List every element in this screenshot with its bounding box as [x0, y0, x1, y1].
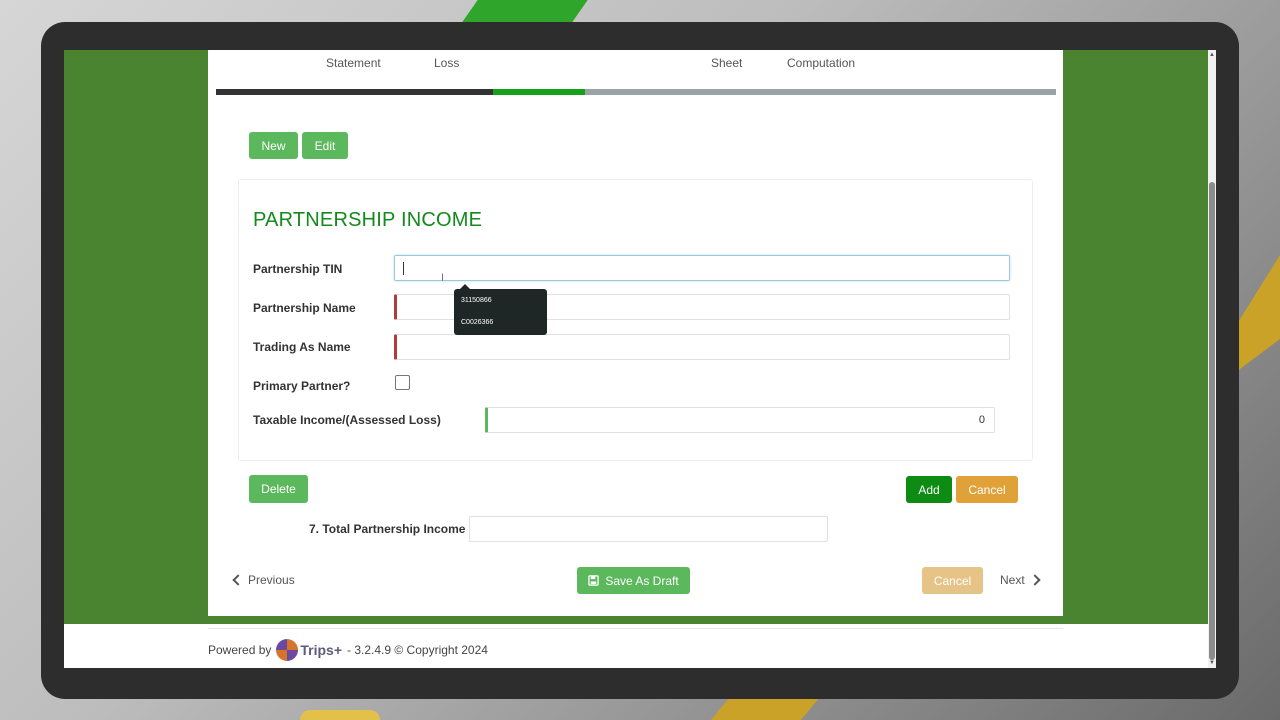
browser-viewport: Statement Loss Sheet Computation New Edi… — [64, 50, 1208, 668]
partnership-tin-input[interactable] — [394, 255, 1010, 281]
total-partnership-income-label: 7. Total Partnership Income — [309, 522, 466, 536]
wizard-progress-bar — [216, 89, 1056, 95]
new-button[interactable]: New — [249, 132, 298, 159]
next-link[interactable]: Next — [1000, 573, 1041, 587]
text-cursor-icon: I — [441, 272, 445, 284]
previous-link[interactable]: Previous — [232, 573, 295, 587]
wizard-step-sheet[interactable]: Sheet — [711, 56, 742, 70]
partnership-name-label: Partnership Name — [253, 301, 356, 315]
primary-partner-label: Primary Partner? — [253, 379, 351, 393]
text-caret — [403, 262, 404, 275]
page-footer: Powered by Trips+ - 3.2.4.9 © Copyright … — [64, 624, 1208, 668]
form-card: Statement Loss Sheet Computation New Edi… — [208, 50, 1063, 616]
progress-completed — [216, 89, 493, 95]
background-yellow-stripe — [710, 698, 820, 720]
scroll-down-arrow-icon[interactable]: ▼ — [1208, 658, 1216, 668]
cancel-wizard-button[interactable]: Cancel — [922, 567, 983, 594]
partnership-tin-label: Partnership TIN — [253, 262, 343, 276]
taxable-income-input[interactable]: 0 — [485, 407, 995, 433]
wizard-step-computation[interactable]: Computation — [787, 56, 855, 70]
save-as-draft-label: Save As Draft — [605, 573, 679, 588]
scrollbar-thumb[interactable] — [1209, 182, 1215, 660]
taxable-income-label: Taxable Income/(Assessed Loss) — [253, 413, 441, 427]
taxable-income-value: 0 — [978, 414, 985, 426]
chevron-left-icon — [232, 574, 244, 586]
primary-partner-checkbox[interactable] — [395, 375, 410, 390]
add-button[interactable]: Add — [906, 476, 952, 503]
footer-divider — [208, 628, 1063, 629]
total-partnership-income-field — [469, 516, 828, 542]
autocomplete-option[interactable]: 31150866 — [461, 297, 492, 304]
section-title: PARTNERSHIP INCOME — [253, 209, 483, 231]
trips-logo-icon — [276, 639, 299, 661]
scroll-up-arrow-icon[interactable]: ▲ — [1208, 50, 1216, 60]
floppy-disk-icon — [588, 575, 600, 586]
background-yellow-arc — [300, 710, 380, 720]
autocomplete-option[interactable]: C0026366 — [461, 319, 493, 326]
powered-by-text: Powered by — [208, 643, 272, 657]
wizard-step-loss[interactable]: Loss — [434, 56, 459, 70]
trading-as-name-input[interactable] — [394, 334, 1010, 360]
trips-logo: Trips+ — [276, 639, 342, 661]
progress-current — [493, 89, 585, 95]
previous-label: Previous — [248, 573, 295, 587]
delete-button[interactable]: Delete — [249, 475, 308, 503]
cancel-entry-button[interactable]: Cancel — [956, 476, 1018, 503]
save-as-draft-button[interactable]: Save As Draft — [577, 567, 690, 594]
trips-logo-text: Trips+ — [300, 642, 343, 658]
background-green-stripe — [462, 0, 588, 22]
wizard-step-statement[interactable]: Statement — [326, 56, 381, 70]
chevron-right-icon — [1029, 574, 1041, 586]
version-copyright: - 3.2.4.9 © Copyright 2024 — [347, 643, 488, 657]
edit-button[interactable]: Edit — [302, 132, 348, 159]
footer-credits: Powered by Trips+ - 3.2.4.9 © Copyright … — [208, 639, 488, 661]
tin-autocomplete-dropdown: 31150866 C0026366 — [454, 284, 547, 335]
next-label: Next — [1000, 573, 1025, 587]
trading-as-name-label: Trading As Name — [253, 340, 351, 354]
vertical-scrollbar[interactable]: ▲ ▼ — [1208, 50, 1216, 668]
